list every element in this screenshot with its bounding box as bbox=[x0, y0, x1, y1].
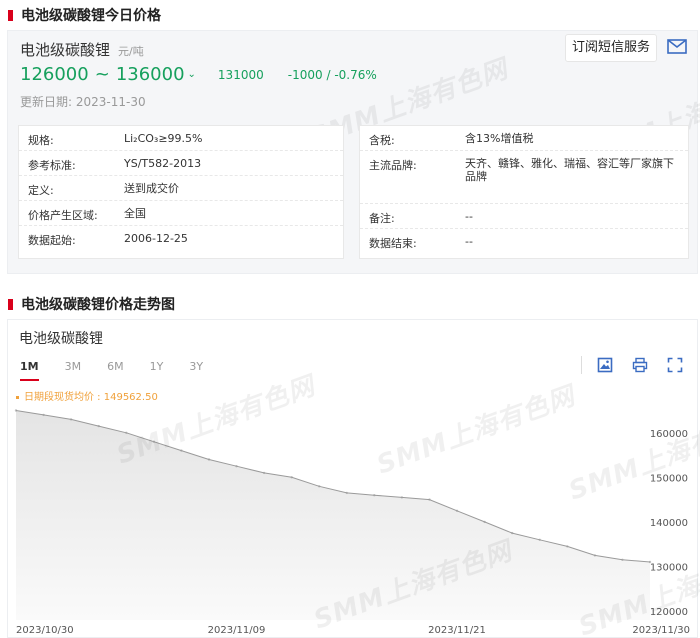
section-marker bbox=[8, 9, 13, 21]
data-point bbox=[318, 485, 321, 488]
average-price: 131000 bbox=[217, 67, 264, 82]
chart-legend: 日期段现货均价 : 149562.50 bbox=[16, 388, 158, 403]
print-icon[interactable] bbox=[632, 357, 648, 373]
data-point bbox=[511, 531, 514, 535]
x-tick-label: 2023/11/21 bbox=[428, 625, 486, 636]
spec-row: 备注: -- bbox=[360, 204, 688, 229]
image-download-icon[interactable] bbox=[597, 357, 613, 373]
price-card: SMM上海有色网 SMM上海有色网 电池级碳酸锂 元/吨 订阅短信服务 1260… bbox=[7, 30, 700, 274]
data-point bbox=[428, 498, 431, 501]
product-name: 电池级碳酸锂 bbox=[20, 41, 111, 59]
section-header-price-trend: 电池级碳酸锂价格走势图 bbox=[8, 294, 175, 314]
legend-dot bbox=[16, 395, 19, 399]
data-point bbox=[593, 554, 597, 557]
spec-panel-right: 含税: 含13%增值税 主流品牌: 天齐、赣锋、雅化、瑞福、容汇等厂家旗下品牌 … bbox=[359, 125, 689, 259]
spec-row: 定义: 送到成交价 bbox=[19, 176, 343, 201]
data-point bbox=[14, 409, 18, 412]
section-marker bbox=[8, 298, 13, 310]
price-high: 136000 bbox=[115, 64, 185, 85]
data-point bbox=[621, 558, 624, 561]
toolbar-divider bbox=[581, 356, 582, 374]
data-point bbox=[97, 424, 100, 428]
section-header-today-price: 电池级碳酸锂今日价格 bbox=[8, 5, 161, 25]
chart-card: 120000 130000 140000 150000 160000 2023/10/30… bbox=[7, 319, 700, 638]
chart-title: 电池级碳酸锂 bbox=[19, 331, 103, 347]
spec-row: 数据结束: -- bbox=[369, 235, 473, 250]
tab-6m[interactable]: 6M bbox=[107, 360, 124, 381]
data-point bbox=[69, 418, 73, 421]
x-tick-label: 2023/10/30 bbox=[16, 625, 74, 636]
mail-icon[interactable] bbox=[667, 39, 687, 54]
area-fill bbox=[16, 410, 650, 620]
spec-panel-left: 规格: Li₂CO₃≥99.5% 参考标准: YS/T582-2013 定义: … bbox=[18, 125, 344, 259]
spec-row: 规格: Li₂CO₃≥99.5% bbox=[19, 126, 343, 151]
data-point bbox=[566, 545, 569, 548]
update-date: 更新日期: 2023-11-30 bbox=[20, 95, 146, 109]
fullscreen-icon[interactable] bbox=[667, 357, 683, 373]
data-point bbox=[538, 538, 541, 541]
data-point bbox=[400, 496, 404, 499]
data-point bbox=[262, 471, 266, 475]
tab-3m[interactable]: 3M bbox=[65, 360, 82, 381]
x-tick-label: 2023/11/09 bbox=[208, 625, 266, 636]
product-name-row: 电池级碳酸锂 元/吨 bbox=[20, 39, 144, 60]
data-point bbox=[207, 458, 211, 461]
data-point bbox=[290, 476, 293, 479]
spec-row: 数据起始: 2006-12-25 bbox=[28, 232, 188, 247]
spec-row: 含税: 含13%增值税 bbox=[360, 126, 688, 151]
data-point bbox=[345, 491, 348, 495]
data-point bbox=[455, 509, 459, 512]
data-point bbox=[235, 465, 238, 468]
price-low: 126000 bbox=[20, 64, 89, 85]
y-tick-label: 140000 bbox=[650, 518, 688, 529]
price-row: 126000 ~ 136000 ⌄ 131000 -1000 / -0.76% bbox=[20, 64, 377, 85]
spec-row: 参考标准: YS/T582-2013 bbox=[19, 151, 343, 176]
spec-row: 主流品牌: 天齐、赣锋、雅化、瑞福、容汇等厂家旗下品牌 bbox=[360, 151, 688, 204]
spec-row: 价格产生区域: 全国 bbox=[19, 201, 343, 226]
x-tick-label: 2023/11/30 bbox=[632, 625, 690, 636]
data-point bbox=[42, 413, 45, 417]
data-point bbox=[373, 494, 376, 497]
product-unit: 元/吨 bbox=[118, 45, 144, 58]
tab-1y[interactable]: 1Y bbox=[150, 360, 164, 381]
tab-3y[interactable]: 3Y bbox=[189, 360, 203, 381]
section-title: 电池级碳酸锂价格走势图 bbox=[21, 297, 175, 313]
subscribe-sms-button[interactable]: 订阅短信服务 bbox=[564, 34, 657, 62]
price-change: -1000 / -0.76% bbox=[287, 67, 377, 82]
section-title: 电池级碳酸锂今日价格 bbox=[21, 8, 161, 24]
data-point bbox=[483, 520, 486, 524]
tab-1m[interactable]: 1M bbox=[20, 360, 39, 381]
price-separator: ~ bbox=[94, 64, 110, 85]
down-arrow-icon: ⌄ bbox=[187, 69, 196, 80]
range-tabs: 1M 3M 6M 1Y 3Y bbox=[20, 360, 229, 381]
